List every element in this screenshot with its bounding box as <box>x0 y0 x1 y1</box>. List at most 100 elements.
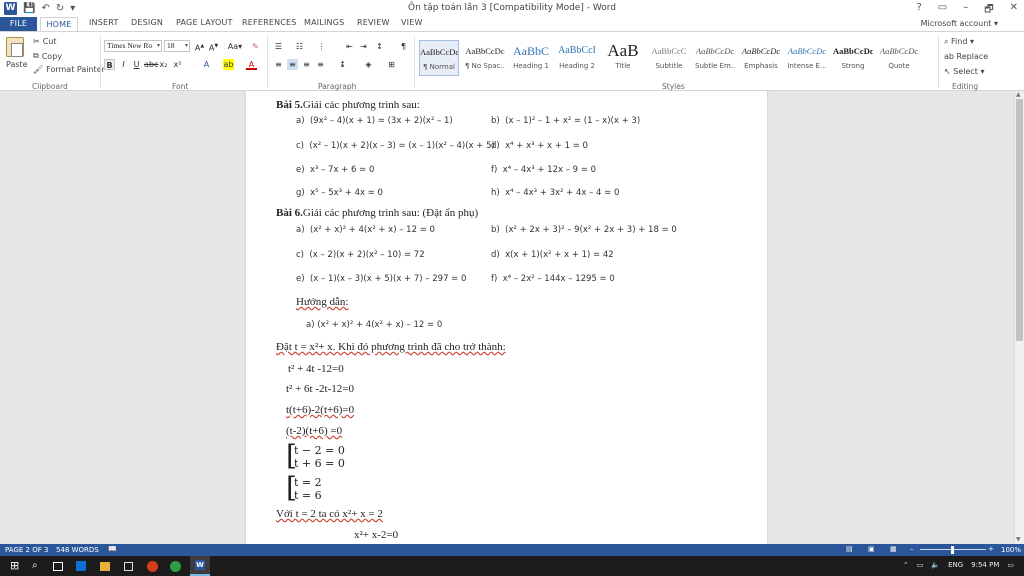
zoom-slider-thumb[interactable] <box>951 546 954 554</box>
tab-references[interactable]: REFERENCES <box>242 18 297 27</box>
network-icon[interactable]: ▭ <box>917 561 924 569</box>
scroll-down-icon[interactable]: ▼ <box>1016 536 1021 543</box>
style-title[interactable]: AaB Title <box>603 40 643 76</box>
document-area[interactable]: Bài 5.Giải các phương trình sau: a) (9x²… <box>0 91 1014 544</box>
italic-button[interactable]: I <box>118 59 129 70</box>
font-color-icon[interactable]: A <box>246 59 257 70</box>
search-icon[interactable]: ⌕ <box>32 560 44 572</box>
tab-page-layout[interactable]: PAGE LAYOUT <box>176 18 233 27</box>
decrease-indent-icon[interactable]: ⇤ <box>344 41 355 52</box>
scroll-up-icon[interactable]: ▲ <box>1016 91 1021 98</box>
chrome-icon[interactable] <box>170 561 181 572</box>
shading-icon[interactable]: ◈ <box>363 59 374 70</box>
language-icon[interactable]: ENG <box>948 561 963 569</box>
style-no-spacing[interactable]: AaBbCcDc ¶ No Spac... <box>465 40 505 76</box>
start-windows-icon[interactable]: ⊞ <box>10 560 22 572</box>
word-taskbar-icon[interactable]: W <box>190 556 210 576</box>
print-layout-icon[interactable]: ▣ <box>868 545 875 553</box>
bold-button[interactable]: B <box>104 59 115 70</box>
zoom-out-icon[interactable]: – <box>910 545 914 553</box>
tab-file[interactable]: FILE <box>0 17 37 31</box>
tab-mailings[interactable]: MAILINGS <box>304 18 344 27</box>
clear-format-icon[interactable]: ✎ <box>250 41 261 52</box>
multilevel-list-icon[interactable]: ⋮ <box>316 41 327 52</box>
replace-button[interactable]: ab Replace <box>944 52 988 61</box>
align-right-icon[interactable]: ≡ <box>301 59 312 70</box>
format-painter-button[interactable]: 🖌 Format Painter <box>33 65 105 74</box>
tab-design[interactable]: DESIGN <box>131 18 163 27</box>
store-icon[interactable] <box>124 562 133 571</box>
tab-insert[interactable]: INSERT <box>89 18 119 27</box>
bullets-icon[interactable]: ☰ <box>273 41 284 52</box>
paste-icon[interactable] <box>6 37 24 57</box>
align-center-icon[interactable]: ≡ <box>287 59 298 70</box>
style-strong[interactable]: AaBbCcDc Strong <box>833 40 873 76</box>
zoom-level[interactable]: 100% <box>1001 546 1021 554</box>
scrollbar-thumb[interactable] <box>1016 99 1023 341</box>
equation: d) x⁴ + x³ + x + 1 = 0 <box>491 141 588 151</box>
underline-button[interactable]: U <box>131 59 142 70</box>
equation: a) (x² + x)² + 4(x² + x) – 12 = 0 <box>296 225 435 235</box>
separator <box>267 36 268 88</box>
task-view-icon[interactable] <box>53 562 63 571</box>
style-heading-1[interactable]: AaBbC Heading 1 <box>511 40 551 76</box>
document-page[interactable]: Bài 5.Giải các phương trình sau: a) (9x²… <box>246 91 767 544</box>
equation: f) x⁴ – 2x² – 144x – 1295 = 0 <box>491 274 615 284</box>
zoom-in-icon[interactable]: + <box>988 545 994 553</box>
numbering-icon[interactable]: ☷ <box>294 41 305 52</box>
increase-indent-icon[interactable]: ⇥ <box>358 41 369 52</box>
pilcrow-icon[interactable]: ¶ <box>398 41 409 52</box>
shrink-font-icon[interactable]: A▼ <box>208 41 219 53</box>
find-button[interactable]: ⌕ Find ▾ <box>944 37 974 47</box>
read-mode-icon[interactable]: ▤ <box>846 545 853 553</box>
style-quote[interactable]: AaBbCcDc Quote <box>879 40 919 76</box>
scissors-icon: ✂ <box>33 37 40 46</box>
sort-icon[interactable]: ↕ <box>374 41 385 52</box>
tab-view[interactable]: VIEW <box>401 18 423 27</box>
style-intense-emphasis[interactable]: AaBbCcDc Intense E... <box>787 40 827 76</box>
style-normal[interactable]: AaBbCcDc ¶ Normal <box>419 40 459 76</box>
equation-system: [ t − 2 = 0 t + 6 = 0 <box>286 442 376 471</box>
subscript-button[interactable]: x₂ <box>158 59 169 70</box>
font-size-value: 18 <box>167 41 175 50</box>
cut-button[interactable]: ✂ Cut <box>33 37 57 46</box>
superscript-button[interactable]: x² <box>172 59 183 70</box>
grow-font-icon[interactable]: A▲ <box>194 41 205 53</box>
clock[interactable]: 9:54 PM <box>971 561 999 569</box>
account-button[interactable]: Microsoft account ▾ <box>921 19 998 28</box>
copy-button[interactable]: ⧉ Copy <box>33 51 62 61</box>
tray-chevron-icon[interactable]: ⌃ <box>903 561 909 569</box>
style-emphasis[interactable]: AaBbCcDc Emphasis <box>741 40 781 76</box>
edge-icon[interactable] <box>76 561 86 571</box>
opera-icon[interactable] <box>147 561 158 572</box>
font-name-combo[interactable]: Times New Ro ▾ <box>104 40 162 52</box>
replace-label: Replace <box>956 52 989 61</box>
justify-icon[interactable]: ≡ <box>315 59 326 70</box>
strikethrough-button[interactable]: abc <box>144 59 158 70</box>
change-case-icon[interactable]: Aa▾ <box>226 41 244 52</box>
tab-home[interactable]: HOME <box>40 17 78 32</box>
vertical-scrollbar[interactable]: ▲ ▼ <box>1014 91 1024 544</box>
tab-review[interactable]: REVIEW <box>357 18 390 27</box>
text-effects-icon[interactable]: A <box>201 59 212 70</box>
web-layout-icon[interactable]: ▦ <box>890 545 897 553</box>
equation: e) x³ – 7x + 6 = 0 <box>296 165 375 175</box>
font-size-combo[interactable]: 18 ▾ <box>164 40 190 52</box>
style-subtitle[interactable]: AaBbCcC Subtitle <box>649 40 689 76</box>
equation: e) (x – 1)(x – 3)(x + 5)(x + 7) – 297 = … <box>296 274 467 284</box>
page-indicator[interactable]: PAGE 2 OF 3 <box>5 546 48 554</box>
proofing-icon[interactable]: 📖 <box>108 545 117 553</box>
align-left-icon[interactable]: ≡ <box>273 59 284 70</box>
word-count[interactable]: 548 WORDS <box>56 546 99 554</box>
line-spacing-icon[interactable]: ↨ <box>337 59 348 70</box>
paste-button[interactable]: Paste <box>6 60 28 69</box>
borders-icon[interactable]: ⊞ <box>386 59 397 70</box>
file-explorer-icon[interactable] <box>100 562 110 571</box>
style-subtle-emphasis[interactable]: AaBbCcDc Subtle Em... <box>695 40 735 76</box>
volume-icon[interactable]: 🔈 <box>931 561 940 569</box>
notification-icon[interactable]: ▭ <box>1007 561 1014 569</box>
style-preview: AaBbCcC <box>651 46 687 56</box>
style-heading-2[interactable]: AaBbCcI Heading 2 <box>557 40 597 76</box>
highlight-icon[interactable]: ab <box>223 59 234 70</box>
select-button[interactable]: ↖ Select ▾ <box>944 67 985 76</box>
